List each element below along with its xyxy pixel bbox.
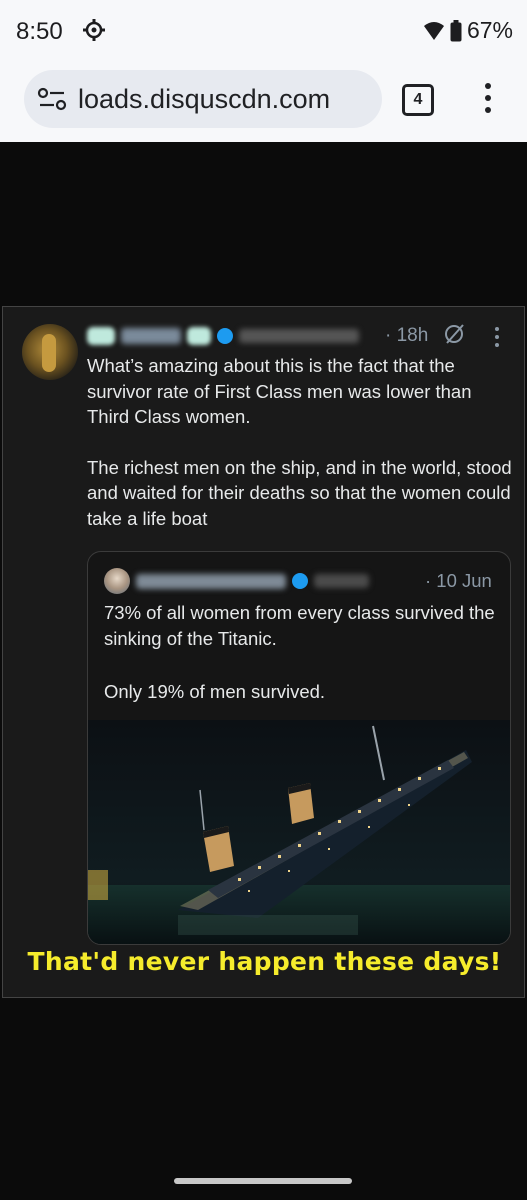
- redaction: [136, 573, 286, 589]
- post-text: What’s amazing about this is the fact th…: [87, 353, 517, 556]
- home-indicator[interactable]: [174, 1178, 352, 1184]
- more-options-icon: [493, 327, 501, 347]
- url-text[interactable]: loads.disquscdn.com: [78, 84, 378, 115]
- status-indicators: 67%: [423, 17, 513, 44]
- menu-dot-icon: [485, 107, 491, 113]
- quoted-author-avatar: [104, 568, 130, 594]
- page-background-top: [0, 142, 527, 306]
- redaction: [187, 327, 211, 345]
- site-settings-icon[interactable]: [36, 84, 70, 114]
- wifi-icon: [423, 21, 444, 40]
- meme-caption: That'd never happen these days!: [27, 947, 502, 976]
- battery-icon: [450, 19, 462, 41]
- author-avatar: [22, 324, 78, 380]
- quoted-author-name-redacted: [136, 572, 416, 590]
- redaction: [87, 327, 115, 345]
- quoted-post-text: 73% of all women from every class surviv…: [104, 600, 504, 733]
- redaction: [121, 328, 181, 344]
- post-screenshot: · 18h What’s amazing about this is the f…: [2, 306, 525, 998]
- author-name-redacted: [87, 325, 377, 347]
- redaction: [314, 574, 369, 588]
- tab-switcher-button[interactable]: 4: [402, 84, 434, 116]
- titanic-sinking-image: [88, 720, 510, 944]
- menu-dot-icon: [485, 83, 491, 89]
- status-time: 8:50: [16, 18, 63, 45]
- battery-percent: 67%: [466, 17, 513, 43]
- page-background-bottom: [0, 998, 527, 1200]
- verified-badge-icon: [217, 328, 233, 344]
- browser-menu-button[interactable]: [478, 80, 498, 120]
- grok-icon: [445, 324, 464, 344]
- redaction: [239, 329, 359, 343]
- verified-badge-icon: [292, 573, 308, 589]
- url-bar[interactable]: loads.disquscdn.com: [24, 70, 382, 128]
- quoted-paragraph: Only 19% of men survived.: [104, 681, 326, 702]
- browser-toolbar: loads.disquscdn.com 4: [0, 62, 527, 142]
- menu-dot-icon: [485, 95, 491, 101]
- post-paragraph: What’s amazing about this is the fact th…: [87, 355, 472, 427]
- status-bar: 8:50 67%: [0, 0, 527, 62]
- quoted-post-time: · 10 Jun: [425, 570, 492, 591]
- post-time: · 18h: [385, 325, 429, 346]
- quoted-post: · 10 Jun 73% of all women from every cla…: [87, 551, 511, 945]
- quoted-paragraph: 73% of all women from every class surviv…: [104, 602, 495, 649]
- post-paragraph: The richest men on the ship, and in the …: [87, 456, 512, 529]
- settings-gear-icon: [83, 19, 105, 41]
